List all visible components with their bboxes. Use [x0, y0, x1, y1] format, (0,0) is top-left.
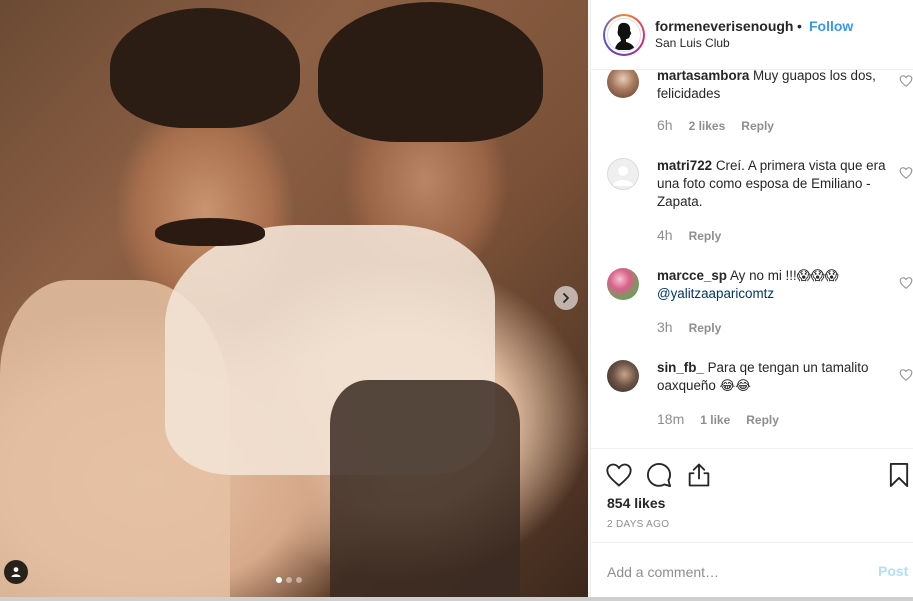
comment-text: sin_fb_ Para qe tengan un tamalito oaxqu…: [657, 359, 887, 395]
reply-button[interactable]: Reply: [689, 229, 722, 243]
post-header: formeneverisenough • Follow San Luis Clu…: [591, 0, 913, 70]
post-photo[interactable]: [0, 0, 588, 597]
comment-meta: 18m 1 like Reply: [657, 411, 779, 427]
header-separator: •: [797, 18, 802, 34]
comment-mention-link[interactable]: @yalitzaaparicomtz: [657, 286, 774, 301]
comment-meta: 3h Reply: [657, 319, 721, 335]
heart-icon[interactable]: [605, 461, 633, 489]
reply-button[interactable]: Reply: [746, 413, 779, 427]
commenter-avatar[interactable]: [607, 268, 639, 300]
photo-region-apron: [330, 380, 520, 597]
post-sidebar: formeneverisenough • Follow San Luis Clu…: [590, 0, 913, 597]
avatar-inner: [605, 16, 643, 54]
comment-time[interactable]: 4h: [657, 227, 673, 243]
carousel-indicator: [276, 577, 302, 583]
comment-text: martasambora Muy guapos los dos, felicid…: [657, 70, 887, 103]
bookmark-icon[interactable]: [885, 461, 913, 489]
commenter-avatar[interactable]: [607, 360, 639, 392]
comment-bubble-icon[interactable]: [645, 461, 673, 489]
photo-region-mustache: [155, 218, 265, 246]
post-comment-button[interactable]: Post: [878, 563, 908, 579]
user-tag-icon: [11, 567, 21, 577]
location-link[interactable]: San Luis Club: [655, 36, 730, 50]
carousel-dot: [276, 577, 282, 583]
carousel-next-button[interactable]: [554, 286, 578, 310]
commenter-avatar[interactable]: [607, 70, 639, 98]
user-tag-button[interactable]: [4, 560, 28, 584]
author-username[interactable]: formeneverisenough: [655, 18, 793, 34]
photo-region-hair-man: [110, 8, 300, 128]
comment-likes[interactable]: 1 like: [700, 413, 730, 427]
comment-body: Ay no mi !!!😱😱😱: [729, 268, 839, 283]
carousel-dot: [296, 577, 302, 583]
comment-time[interactable]: 3h: [657, 319, 673, 335]
comment-like-icon[interactable]: [899, 368, 913, 382]
comment-meta: 4h Reply: [657, 227, 721, 243]
comments-list[interactable]: martasambora Muy guapos los dos, felicid…: [591, 70, 913, 448]
comment-username[interactable]: matri722: [657, 158, 712, 173]
post-date[interactable]: 2 DAYS AGO: [607, 519, 669, 530]
comment-likes[interactable]: 2 likes: [689, 119, 726, 133]
comment-time[interactable]: 6h: [657, 117, 673, 133]
comment-username[interactable]: sin_fb_: [657, 360, 704, 375]
add-comment-bar: Post: [591, 542, 913, 597]
comment-username[interactable]: marcce_sp: [657, 268, 727, 283]
likes-count[interactable]: 854 likes: [607, 495, 665, 511]
comment-like-icon[interactable]: [899, 166, 913, 180]
photo-region-hair-woman: [318, 2, 543, 142]
add-comment-input[interactable]: [607, 562, 857, 582]
comment-like-icon[interactable]: [899, 74, 913, 88]
comment-like-icon[interactable]: [899, 276, 913, 290]
follow-button[interactable]: Follow: [809, 18, 853, 34]
commenter-avatar[interactable]: [607, 158, 639, 190]
share-icon[interactable]: [685, 461, 713, 489]
comment-text: marcce_sp Ay no mi !!!😱😱😱 @yalitzaaparic…: [657, 267, 887, 303]
comment-username[interactable]: martasambora: [657, 70, 749, 83]
reply-button[interactable]: Reply: [689, 321, 722, 335]
post-actions: 854 likes 2 DAYS AGO: [591, 448, 913, 542]
window-bottom-edge: [0, 597, 913, 601]
comment-text: matri722 Creí. A primera vista que era u…: [657, 157, 887, 211]
author-avatar[interactable]: [603, 14, 645, 56]
silhouette-icon: [607, 18, 641, 52]
default-avatar-icon: [613, 166, 633, 186]
profile-silhouette-icon: [615, 22, 635, 50]
chevron-right-icon: [563, 293, 569, 303]
reply-button[interactable]: Reply: [741, 119, 774, 133]
carousel-dot: [286, 577, 292, 583]
comment-time[interactable]: 18m: [657, 411, 684, 427]
comment-meta: 6h 2 likes Reply: [657, 117, 774, 133]
